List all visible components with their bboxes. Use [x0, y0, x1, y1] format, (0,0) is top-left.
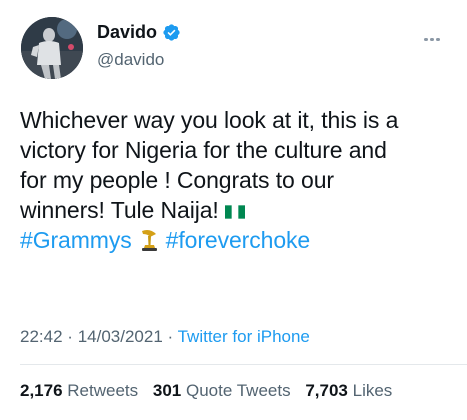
tweet-text: Whichever way you look at it, this is a … [20, 105, 450, 255]
display-name[interactable]: Davido [97, 22, 157, 43]
meta-separator: · [67, 327, 73, 346]
engagement-stats: 2,176 Retweets 301 Quote Tweets 7,703 Li… [20, 381, 392, 401]
user-name-row[interactable]: Davido [97, 22, 181, 43]
meta-separator: · [167, 327, 174, 346]
likes-count: 7,703 [305, 381, 348, 400]
hashtag-grammys[interactable]: #Grammys [20, 227, 132, 253]
user-handle[interactable]: @davido [97, 50, 164, 70]
retweets-stat[interactable]: 2,176 Retweets [20, 381, 138, 400]
more-options-icon[interactable] [424, 28, 446, 41]
hashtag-line: #Grammys #foreverchoke [20, 225, 450, 255]
tweet-time[interactable]: 22:42 [20, 327, 63, 346]
tweet-source-link[interactable]: Twitter for iPhone [178, 327, 310, 346]
retweets-count: 2,176 [20, 381, 63, 400]
tweet-line: Whichever way you look at it, this is a [20, 107, 399, 133]
verified-badge-icon [162, 23, 181, 42]
avatar-image [21, 17, 83, 79]
tweet-metadata: 22:42 · 14/03/2021 · Twitter for iPhone [20, 327, 310, 347]
quote-tweets-label: Quote Tweets [186, 381, 291, 400]
quote-tweets-count: 301 [152, 381, 182, 400]
tweet-line: winners! Tule Naija! [20, 197, 219, 223]
retweets-label: Retweets [67, 381, 139, 400]
hashtag-foreverchoke[interactable]: #foreverchoke [166, 227, 311, 253]
divider [20, 364, 467, 365]
avatar[interactable] [21, 17, 83, 79]
quote-tweets-stat[interactable]: 301 Quote Tweets [153, 381, 291, 400]
tweet-line: for my people ! Congrats to our [20, 167, 334, 193]
tweet-date[interactable]: 14/03/2021 [78, 327, 163, 346]
likes-stat[interactable]: 7,703 Likes [305, 381, 392, 400]
grammy-trophy-icon [138, 228, 160, 252]
likes-label: Likes [352, 381, 393, 400]
tweet-line-with-flag: winners! Tule Naija! [20, 195, 450, 225]
tweet-line: victory for Nigeria for the culture and [20, 137, 387, 163]
nigeria-flag-icon [224, 205, 245, 219]
